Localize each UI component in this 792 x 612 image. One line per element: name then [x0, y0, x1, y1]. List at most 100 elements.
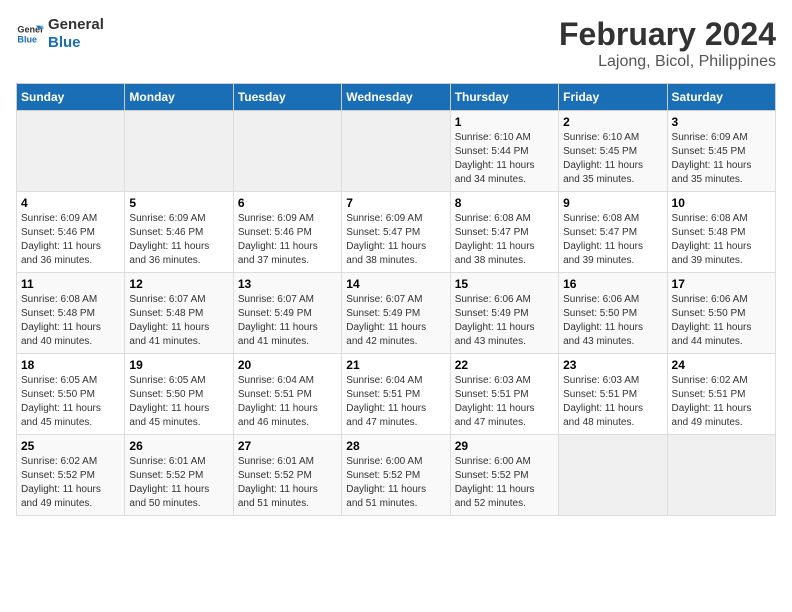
- day-cell: 5 Sunrise: 6:09 AM Sunset: 5:46 PM Daylig…: [125, 192, 233, 273]
- day-cell: [559, 435, 667, 516]
- day-cell: 3 Sunrise: 6:09 AM Sunset: 5:45 PM Daylig…: [667, 111, 775, 192]
- day-number: 17: [672, 277, 771, 291]
- day-info: Sunrise: 6:09 AM Sunset: 5:46 PM Dayligh…: [21, 212, 120, 268]
- week-row-3: 11 Sunrise: 6:08 AM Sunset: 5:48 PM Dayli…: [17, 273, 776, 354]
- header-cell-monday: Monday: [125, 84, 233, 111]
- day-cell: 14Sunrise: 6:07 AM Sunset: 5:49 PM Dayli…: [342, 273, 450, 354]
- day-number: 12: [129, 277, 228, 291]
- day-number: 18: [21, 358, 120, 372]
- day-number: 23: [563, 358, 662, 372]
- header-cell-saturday: Saturday: [667, 84, 775, 111]
- day-info: Sunrise: 6:08 AM Sunset: 5:48 PM Dayligh…: [21, 293, 120, 349]
- day-info: Sunrise: 6:01 AM Sunset: 5:52 PM Dayligh…: [238, 455, 337, 511]
- day-info: Sunrise: 6:04 AM Sunset: 5:51 PM Dayligh…: [238, 374, 337, 430]
- day-cell: 21Sunrise: 6:04 AM Sunset: 5:51 PM Dayli…: [342, 354, 450, 435]
- day-number: 19: [129, 358, 228, 372]
- day-number: 27: [238, 439, 337, 453]
- week-row-4: 18 Sunrise: 6:05 AM Sunset: 5:50 PM Dayli…: [17, 354, 776, 435]
- day-info: Sunrise: 6:00 AM Sunset: 5:52 PM Dayligh…: [346, 455, 445, 511]
- day-info: Sunrise: 6:03 AM Sunset: 5:51 PM Dayligh…: [455, 374, 554, 430]
- day-cell: 8 Sunrise: 6:08 AM Sunset: 5:47 PM Daylig…: [450, 192, 558, 273]
- day-cell: [17, 111, 125, 192]
- header-cell-sunday: Sunday: [17, 84, 125, 111]
- header-cell-tuesday: Tuesday: [233, 84, 341, 111]
- day-number: 14: [346, 277, 445, 291]
- day-info: Sunrise: 6:08 AM Sunset: 5:47 PM Dayligh…: [563, 212, 662, 268]
- logo-icon: General Blue: [16, 20, 44, 48]
- day-number: 13: [238, 277, 337, 291]
- day-info: Sunrise: 6:04 AM Sunset: 5:51 PM Dayligh…: [346, 374, 445, 430]
- day-cell: 29Sunrise: 6:00 AM Sunset: 5:52 PM Dayli…: [450, 435, 558, 516]
- day-cell: [342, 111, 450, 192]
- day-cell: [233, 111, 341, 192]
- day-info: Sunrise: 6:09 AM Sunset: 5:46 PM Dayligh…: [129, 212, 228, 268]
- day-info: Sunrise: 6:02 AM Sunset: 5:52 PM Dayligh…: [21, 455, 120, 511]
- logo-text-blue: Blue: [48, 34, 104, 52]
- day-info: Sunrise: 6:08 AM Sunset: 5:47 PM Dayligh…: [455, 212, 554, 268]
- svg-text:Blue: Blue: [17, 34, 37, 44]
- header-cell-wednesday: Wednesday: [342, 84, 450, 111]
- day-cell: 26 Sunrise: 6:01 AM Sunset: 5:52 PM Dayli…: [125, 435, 233, 516]
- week-row-2: 4 Sunrise: 6:09 AM Sunset: 5:46 PM Daylig…: [17, 192, 776, 273]
- day-cell: 11 Sunrise: 6:08 AM Sunset: 5:48 PM Dayli…: [17, 273, 125, 354]
- day-info: Sunrise: 6:10 AM Sunset: 5:45 PM Dayligh…: [563, 131, 662, 187]
- day-number: 8: [455, 196, 554, 210]
- day-info: Sunrise: 6:06 AM Sunset: 5:50 PM Dayligh…: [563, 293, 662, 349]
- day-number: 3: [672, 115, 771, 129]
- day-number: 6: [238, 196, 337, 210]
- day-cell: 9 Sunrise: 6:08 AM Sunset: 5:47 PM Daylig…: [559, 192, 667, 273]
- day-number: 11: [21, 277, 120, 291]
- day-number: 1: [455, 115, 554, 129]
- day-cell: 2 Sunrise: 6:10 AM Sunset: 5:45 PM Daylig…: [559, 111, 667, 192]
- week-row-5: 25 Sunrise: 6:02 AM Sunset: 5:52 PM Dayli…: [17, 435, 776, 516]
- day-cell: 13 Sunrise: 6:07 AM Sunset: 5:49 PM Dayli…: [233, 273, 341, 354]
- day-cell: [667, 435, 775, 516]
- day-number: 7: [346, 196, 445, 210]
- day-cell: 23 Sunrise: 6:03 AM Sunset: 5:51 PM Dayli…: [559, 354, 667, 435]
- day-cell: 16 Sunrise: 6:06 AM Sunset: 5:50 PM Dayli…: [559, 273, 667, 354]
- header-row: SundayMondayTuesdayWednesdayThursdayFrid…: [17, 84, 776, 111]
- day-cell: 6 Sunrise: 6:09 AM Sunset: 5:46 PM Daylig…: [233, 192, 341, 273]
- day-cell: 22 Sunrise: 6:03 AM Sunset: 5:51 PM Dayli…: [450, 354, 558, 435]
- day-cell: 7 Sunrise: 6:09 AM Sunset: 5:47 PM Daylig…: [342, 192, 450, 273]
- day-number: 22: [455, 358, 554, 372]
- day-cell: 19 Sunrise: 6:05 AM Sunset: 5:50 PM Dayli…: [125, 354, 233, 435]
- day-number: 4: [21, 196, 120, 210]
- day-info: Sunrise: 6:09 AM Sunset: 5:47 PM Dayligh…: [346, 212, 445, 268]
- day-number: 26: [129, 439, 228, 453]
- day-info: Sunrise: 6:06 AM Sunset: 5:50 PM Dayligh…: [672, 293, 771, 349]
- main-title: February 2024: [559, 16, 776, 53]
- day-number: 5: [129, 196, 228, 210]
- day-info: Sunrise: 6:09 AM Sunset: 5:46 PM Dayligh…: [238, 212, 337, 268]
- week-row-1: 1 Sunrise: 6:10 AM Sunset: 5:44 PM Daylig…: [17, 111, 776, 192]
- calendar-table: SundayMondayTuesdayWednesdayThursdayFrid…: [16, 83, 776, 516]
- day-cell: 25 Sunrise: 6:02 AM Sunset: 5:52 PM Dayli…: [17, 435, 125, 516]
- day-number: 29: [455, 439, 554, 453]
- day-cell: [125, 111, 233, 192]
- day-info: Sunrise: 6:07 AM Sunset: 5:49 PM Dayligh…: [238, 293, 337, 349]
- day-number: 20: [238, 358, 337, 372]
- day-cell: 15Sunrise: 6:06 AM Sunset: 5:49 PM Dayli…: [450, 273, 558, 354]
- day-cell: 28Sunrise: 6:00 AM Sunset: 5:52 PM Dayli…: [342, 435, 450, 516]
- day-info: Sunrise: 6:05 AM Sunset: 5:50 PM Dayligh…: [129, 374, 228, 430]
- day-number: 2: [563, 115, 662, 129]
- header: General Blue General Blue February 2024 …: [16, 16, 776, 71]
- day-cell: 17 Sunrise: 6:06 AM Sunset: 5:50 PM Dayli…: [667, 273, 775, 354]
- day-number: 24: [672, 358, 771, 372]
- day-number: 15: [455, 277, 554, 291]
- day-number: 9: [563, 196, 662, 210]
- day-number: 10: [672, 196, 771, 210]
- day-info: Sunrise: 6:10 AM Sunset: 5:44 PM Dayligh…: [455, 131, 554, 187]
- day-cell: 1 Sunrise: 6:10 AM Sunset: 5:44 PM Daylig…: [450, 111, 558, 192]
- day-info: Sunrise: 6:02 AM Sunset: 5:51 PM Dayligh…: [672, 374, 771, 430]
- day-cell: 18Sunrise: 6:05 AM Sunset: 5:50 PM Dayli…: [17, 354, 125, 435]
- day-cell: 27 Sunrise: 6:01 AM Sunset: 5:52 PM Dayli…: [233, 435, 341, 516]
- day-cell: 4 Sunrise: 6:09 AM Sunset: 5:46 PM Daylig…: [17, 192, 125, 273]
- day-info: Sunrise: 6:01 AM Sunset: 5:52 PM Dayligh…: [129, 455, 228, 511]
- day-info: Sunrise: 6:03 AM Sunset: 5:51 PM Dayligh…: [563, 374, 662, 430]
- day-cell: 10Sunrise: 6:08 AM Sunset: 5:48 PM Dayli…: [667, 192, 775, 273]
- day-number: 16: [563, 277, 662, 291]
- day-number: 25: [21, 439, 120, 453]
- day-info: Sunrise: 6:09 AM Sunset: 5:45 PM Dayligh…: [672, 131, 771, 187]
- logo-text-general: General: [48, 16, 104, 34]
